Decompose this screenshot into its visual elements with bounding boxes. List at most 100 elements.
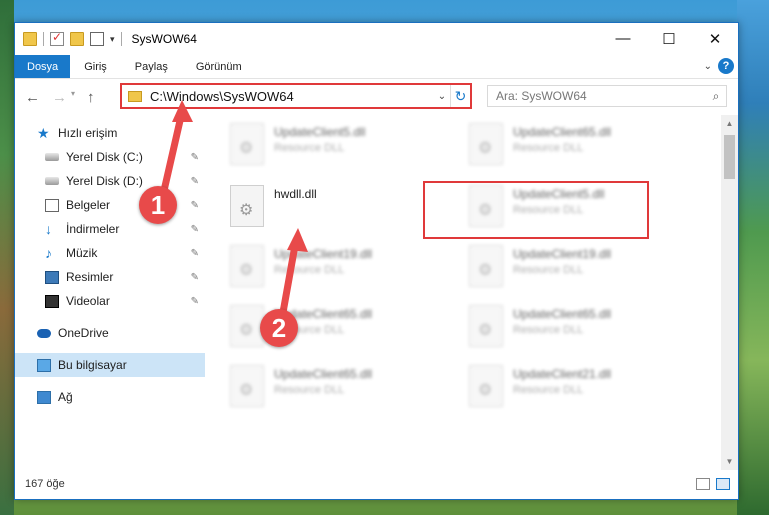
pin-icon[interactable]: ✎ — [191, 248, 199, 259]
desktop-background-right — [737, 0, 769, 515]
folder-icon — [128, 90, 142, 102]
refresh-icon[interactable]: ↻ — [450, 85, 470, 107]
expand-ribbon-chevron-icon[interactable]: ⌄ — [704, 61, 712, 72]
dll-file-icon — [469, 123, 503, 165]
onedrive-icon — [37, 328, 51, 338]
forward-arrow-icon[interactable]: → — [52, 89, 67, 106]
explorer-window: ▾ SysWOW64 — ☐ ✕ Dosya Giriş Paylaş Görü… — [14, 22, 739, 500]
tab-home[interactable]: Giriş — [70, 55, 121, 78]
close-button[interactable]: ✕ — [692, 23, 738, 54]
disk-icon — [45, 177, 59, 185]
scroll-down-icon[interactable]: ▼ — [721, 453, 738, 470]
pin-icon[interactable]: ✎ — [191, 272, 199, 283]
file-item[interactable]: UpdateClient65.dll Resource DLL — [230, 365, 450, 415]
network-icon — [37, 390, 51, 404]
file-item[interactable]: UpdateClient5.dll Resource DLL — [230, 123, 450, 173]
sidebar-item-label: Yerel Disk (C:) — [66, 150, 143, 164]
file-item[interactable]: UpdateClient19.dll Resource DLL — [230, 245, 450, 295]
sidebar-item-network[interactable]: Ağ — [15, 385, 205, 409]
file-item-hwdll[interactable]: hwdll.dll — [230, 185, 450, 235]
file-item[interactable]: UpdateClient19.dll Resource DLL — [469, 245, 689, 295]
file-item[interactable]: UpdateClient65.dll Resource DLL — [469, 305, 689, 355]
properties-check-icon[interactable] — [50, 30, 64, 46]
sidebar-item-disk-d[interactable]: Yerel Disk (D:) ✎ — [15, 169, 205, 193]
address-bar[interactable]: C:\Windows\SysWOW64 ⌄ ↻ — [120, 83, 472, 109]
address-path[interactable]: C:\Windows\SysWOW64 — [150, 89, 434, 104]
folder-icon — [23, 32, 37, 46]
up-arrow-icon[interactable]: ↑ — [87, 89, 95, 106]
file-highlight-box — [423, 181, 649, 239]
file-description: Resource DLL — [274, 264, 345, 276]
sidebar-item-label: Hızlı erişim — [58, 126, 118, 140]
file-name: hwdll.dll — [274, 187, 317, 201]
recent-locations-chevron-icon[interactable]: ▾ — [71, 89, 75, 106]
tiles-view-icon[interactable] — [716, 478, 730, 490]
file-description: Resource DLL — [274, 384, 345, 396]
sidebar-item-label: Ağ — [58, 390, 73, 404]
file-name: UpdateClient5.dll — [274, 125, 366, 139]
details-view-icon[interactable] — [696, 478, 710, 490]
search-icon[interactable]: ⌕ — [706, 89, 726, 104]
tab-share[interactable]: Paylaş — [121, 55, 182, 78]
toolbar-divider — [120, 32, 122, 46]
document-icon — [45, 198, 59, 212]
pin-icon[interactable]: ✎ — [191, 200, 199, 211]
tab-file[interactable]: Dosya — [15, 55, 71, 78]
help-icon[interactable]: ? — [718, 58, 734, 74]
dll-file-icon — [469, 305, 503, 347]
music-icon: ♪ — [45, 245, 52, 261]
step-marker-2: 2 — [260, 309, 298, 347]
sidebar-item-onedrive[interactable]: OneDrive — [15, 321, 205, 345]
dll-file-icon — [230, 245, 264, 287]
new-folder-icon[interactable] — [70, 32, 84, 46]
file-item[interactable]: UpdateClient65.dll Resource DLL — [469, 123, 689, 173]
address-dropdown-chevron-icon[interactable]: ⌄ — [434, 91, 450, 102]
sidebar-item-label: Videolar — [66, 294, 110, 308]
pin-icon[interactable]: ✎ — [191, 296, 199, 307]
status-bar: 167 öğe — [15, 469, 738, 499]
toolbar-divider — [43, 32, 44, 46]
navigation-pane: ★ Hızlı erişim Yerel Disk (C:) ✎ Yerel D… — [15, 115, 205, 470]
sidebar-item-this-pc[interactable]: Bu bilgisayar — [15, 353, 205, 377]
pin-icon[interactable]: ✎ — [191, 224, 199, 235]
search-box[interactable]: Ara: SysWOW64 ⌕ — [487, 85, 727, 107]
star-icon: ★ — [37, 124, 50, 141]
sidebar-item-label: Müzik — [66, 246, 98, 260]
tab-view[interactable]: Görünüm — [182, 55, 256, 78]
file-description: Resource DLL — [274, 142, 345, 154]
file-list: UpdateClient5.dll Resource DLL hwdll.dll… — [205, 115, 738, 470]
file-name: UpdateClient19.dll — [513, 247, 612, 261]
main-area: ★ Hızlı erişim Yerel Disk (C:) ✎ Yerel D… — [15, 115, 738, 470]
properties-icon[interactable] — [90, 32, 104, 46]
video-icon — [45, 294, 59, 308]
back-arrow-icon[interactable]: ← — [25, 89, 40, 106]
file-name: UpdateClient19.dll — [274, 247, 373, 261]
pictures-icon — [45, 270, 59, 284]
window-title: SysWOW64 — [131, 32, 197, 46]
dll-file-icon — [230, 305, 264, 347]
title-bar: ▾ SysWOW64 — ☐ ✕ — [15, 23, 738, 55]
maximize-button[interactable]: ☐ — [646, 23, 692, 54]
file-description: Resource DLL — [513, 324, 584, 336]
scrollbar-thumb[interactable] — [724, 135, 735, 179]
sidebar-item-pictures[interactable]: Resimler ✎ — [15, 265, 205, 289]
desktop-background-left — [0, 0, 14, 515]
search-input[interactable]: Ara: SysWOW64 — [496, 89, 706, 103]
pin-icon[interactable]: ✎ — [191, 152, 199, 163]
customize-toolbar-chevron-icon[interactable]: ▾ — [110, 34, 115, 45]
sidebar-item-quick-access[interactable]: ★ Hızlı erişim — [15, 121, 205, 145]
item-count: 167 öğe — [25, 478, 65, 490]
ribbon-tabs: Dosya Giriş Paylaş Görünüm ⌄ ? — [15, 55, 738, 79]
file-item[interactable]: UpdateClient21.dll Resource DLL — [469, 365, 689, 415]
scroll-up-icon[interactable]: ▲ — [721, 115, 738, 132]
sidebar-item-disk-c[interactable]: Yerel Disk (C:) ✎ — [15, 145, 205, 169]
sidebar-item-videos[interactable]: Videolar ✎ — [15, 289, 205, 313]
sidebar-item-music[interactable]: ♪ Müzik ✎ — [15, 241, 205, 265]
vertical-scrollbar[interactable]: ▲ ▼ — [721, 115, 738, 470]
sidebar-item-label: Yerel Disk (D:) — [66, 174, 143, 188]
sidebar-item-downloads[interactable]: ↓ İndirmeler ✎ — [15, 217, 205, 241]
file-name: UpdateClient65.dll — [274, 367, 373, 381]
pin-icon[interactable]: ✎ — [191, 176, 199, 187]
minimize-button[interactable]: — — [600, 23, 646, 54]
dll-file-icon — [469, 245, 503, 287]
